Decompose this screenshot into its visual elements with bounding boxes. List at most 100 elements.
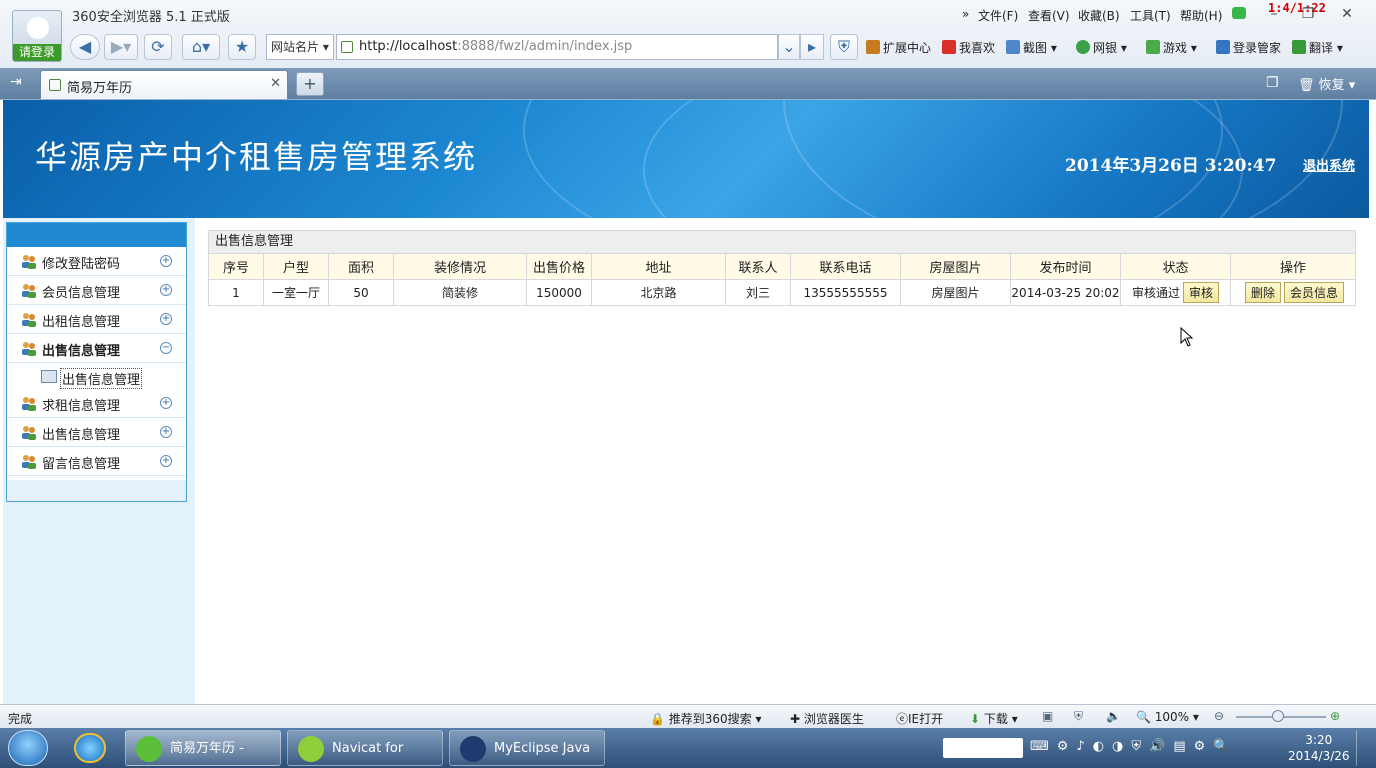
delete-button[interactable]: 删除	[1244, 282, 1281, 303]
window-icon[interactable]: ▣	[1042, 709, 1053, 723]
column-header: 联系电话	[790, 253, 901, 280]
favorites-like-button[interactable]: 我喜欢	[942, 39, 995, 56]
collapse-icon[interactable]: −	[160, 342, 172, 354]
new-tab-icon[interactable]: +	[296, 72, 324, 96]
ie-open-button[interactable]: ⓔIE打开	[896, 710, 943, 727]
page-header-banner: 华源房产中介租售房管理系统 2014年3月26日 3:20:47 退出系统	[3, 100, 1369, 218]
close-icon[interactable]: ✕	[1337, 4, 1357, 24]
tray-icons[interactable]: ⌨⚙♪◐◑⛨🔊▤⚙🔍	[1030, 739, 1237, 754]
task-navicat[interactable]: Navicat for MyS...	[287, 730, 443, 766]
sidebar-item-rentals[interactable]: 出租信息管理 +	[7, 305, 186, 334]
site-names-dropdown[interactable]: 网站名片 ▾	[266, 34, 334, 60]
star-icon[interactable]: ★	[228, 34, 256, 60]
browser-doctor-button[interactable]: ✚ 浏览器医生	[790, 710, 864, 727]
sidebar-toggle-icon[interactable]: ⇥	[10, 74, 22, 90]
bank-button[interactable]: 网银 ▾	[1076, 39, 1127, 56]
tab-list-icon[interactable]: ❐	[1266, 75, 1279, 91]
sidebar-item-label: 留言信息管理	[42, 457, 121, 472]
menu-tools[interactable]: 工具(T)	[1130, 7, 1171, 24]
sidebar-subitem-sales-management[interactable]: 出售信息管理	[7, 365, 186, 389]
zoom-out-icon[interactable]: ⊖	[1214, 709, 1224, 723]
member-info-button[interactable]: 会员信息	[1284, 282, 1345, 303]
users-icon	[21, 283, 37, 298]
cell-status: 审核通过 审核	[1120, 279, 1231, 306]
volume-icon[interactable]: 🔈	[1106, 709, 1121, 723]
password-manager-button[interactable]: 登录管家	[1216, 39, 1281, 56]
tab-bar: ⇥ 简易万年历 ✕ + ❐ 🗑 恢复 ▾	[0, 68, 1376, 99]
page-icon	[49, 79, 61, 91]
expand-icon[interactable]: +	[160, 313, 172, 325]
users-icon	[21, 425, 37, 440]
download-button[interactable]: ⬇ 下载 ▾	[970, 710, 1018, 727]
column-header: 面积	[328, 253, 394, 280]
task-myeclipse[interactable]: MyEclipse Java ...	[449, 730, 605, 766]
expand-icon[interactable]: +	[160, 397, 172, 409]
address-bar[interactable]: http://localhost:8888/fwzl/admin/index.j…	[336, 34, 778, 60]
minimize-icon[interactable]: –	[1264, 4, 1284, 24]
taskbar-clock[interactable]: 3:20 2014/3/26	[1288, 732, 1350, 764]
logout-link[interactable]: 退出系统	[1303, 155, 1355, 174]
cell-price: 150000	[526, 279, 592, 306]
sidebar-item-members[interactable]: 会员信息管理 +	[7, 276, 186, 305]
sidebar-item-sales-2[interactable]: 出售信息管理 +	[7, 418, 186, 447]
address-dropdown-icon[interactable]: ⌄	[778, 34, 800, 60]
screenshot-button[interactable]: 截图 ▾	[1006, 39, 1057, 56]
home-icon[interactable]: ⌂▾	[182, 34, 220, 60]
zoom-slider-handle[interactable]	[1272, 710, 1284, 722]
forward-arrow-icon[interactable]: ▶▾	[104, 34, 138, 60]
audit-button[interactable]: 审核	[1183, 282, 1220, 303]
url-host: http://localhost	[359, 39, 458, 54]
login-label[interactable]: 请登录	[13, 44, 61, 61]
cell-contact: 刘三	[725, 279, 791, 306]
user-silhouette-icon	[27, 17, 49, 39]
search-recommend-button[interactable]: 🔒 推荐到360搜索 ▾	[650, 710, 762, 727]
tab-active[interactable]: 简易万年历 ✕	[40, 70, 288, 99]
sidebar-item-wanted-rentals[interactable]: 求租信息管理 +	[7, 389, 186, 418]
ie-icon[interactable]	[74, 733, 106, 763]
cell-publish-time: 2014-03-25 20:02	[1010, 279, 1121, 306]
go-icon[interactable]: ▸	[800, 34, 824, 60]
menu-file[interactable]: 文件(F)	[978, 7, 1018, 24]
column-header: 序号	[208, 253, 264, 280]
show-desktop-button[interactable]	[1356, 730, 1370, 766]
taskbar-search-input[interactable]	[943, 738, 1023, 758]
tab-close-icon[interactable]: ✕	[270, 76, 281, 91]
expand-icon[interactable]: +	[160, 284, 172, 296]
restore-icon[interactable]: ❐	[1298, 4, 1318, 24]
start-button-icon[interactable]	[8, 730, 48, 766]
back-arrow-icon[interactable]: ◀	[70, 34, 100, 60]
zoom-dropdown[interactable]: 🔍 100% ▾	[1136, 710, 1199, 724]
cell-photo-link[interactable]: 房屋图片	[900, 279, 1011, 306]
sidebar-item-sales[interactable]: 出售信息管理 −	[7, 334, 186, 363]
table-row: 1 一室一厅 50 简装修 150000 北京路 刘三 13555555555 …	[208, 279, 1356, 306]
menu-view[interactable]: 查看(V)	[1028, 7, 1070, 24]
sidebar-item-messages[interactable]: 留言信息管理 +	[7, 447, 186, 476]
mouse-cursor-icon	[1180, 327, 1194, 347]
shield-icon[interactable]: ⛨	[830, 34, 858, 60]
column-header: 出售价格	[526, 253, 592, 280]
menu-help[interactable]: 帮助(H)	[1180, 7, 1222, 24]
card-icon	[41, 370, 57, 383]
sidebar-item-change-password[interactable]: 修改登陆密码 +	[7, 247, 186, 276]
cell-index: 1	[208, 279, 264, 306]
refresh-icon[interactable]: ⟳	[144, 34, 172, 60]
games-button[interactable]: 游戏 ▾	[1146, 39, 1197, 56]
shirt-icon[interactable]	[1232, 7, 1246, 19]
avatar[interactable]: 请登录	[12, 10, 62, 62]
menu-more-icon[interactable]: »	[962, 7, 969, 21]
expand-icon[interactable]: +	[160, 455, 172, 467]
sidebar-footer	[7, 480, 186, 501]
restore-closed-button[interactable]: 🗑 恢复 ▾	[1298, 74, 1355, 93]
menu-favorites[interactable]: 收藏(B)	[1078, 7, 1120, 24]
shield-status-icon[interactable]: ⛨	[1074, 709, 1083, 724]
extensions-button[interactable]: 扩展中心	[866, 39, 931, 56]
expand-icon[interactable]: +	[160, 426, 172, 438]
zoom-in-icon[interactable]: ⊕	[1330, 709, 1340, 723]
task-browser[interactable]: 简易万年历 - 360...	[125, 730, 281, 766]
cell-address: 北京路	[591, 279, 726, 306]
translate-button[interactable]: 翻译 ▾	[1292, 39, 1343, 56]
title-bar: 360安全浏览器 5.1 正式版 » 文件(F) 查看(V) 收藏(B) 工具(…	[0, 0, 1376, 30]
users-icon	[21, 254, 37, 269]
expand-icon[interactable]: +	[160, 255, 172, 267]
sidebar-subitem-label: 出售信息管理	[60, 368, 143, 389]
